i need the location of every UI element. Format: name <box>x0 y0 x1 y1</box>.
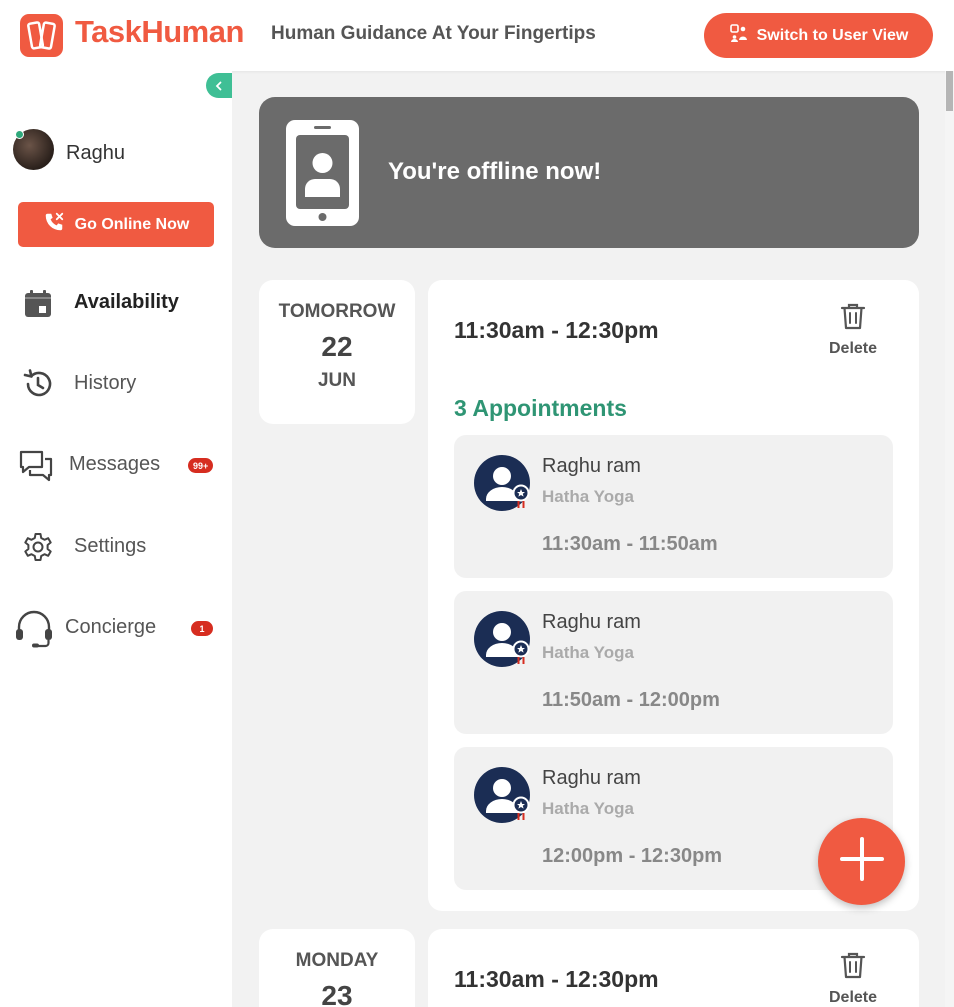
user-avatar-icon <box>474 611 530 667</box>
sidebar-item-availability[interactable]: Availability <box>0 273 232 333</box>
phone-user-icon <box>285 119 360 232</box>
switch-view-label: Switch to User View <box>756 26 909 44</box>
notification-badge: 1 <box>191 621 213 636</box>
user-avatar-icon <box>474 767 530 823</box>
taskhuman-logo-icon[interactable] <box>20 14 63 57</box>
sidebar-item-concierge[interactable]: Concierge 1 <box>0 598 232 658</box>
date-card: MONDAY 23 <box>259 929 415 1007</box>
user-avatar-icon <box>474 455 530 511</box>
gear-icon <box>22 531 54 563</box>
appointment-time: 11:30am - 11:50am <box>542 533 718 555</box>
date-card: TOMORROW 22 JUN <box>259 280 415 424</box>
appointment-time: 11:50am - 12:00pm <box>542 689 720 711</box>
appointment-time: 12:00pm - 12:30pm <box>542 845 723 867</box>
trash-icon <box>838 303 868 335</box>
top-header: TaskHuman Human Guidance At Your Fingert… <box>0 0 954 71</box>
sidebar-item-label: Settings <box>74 535 147 557</box>
slot-time: 11:30am - 12:30pm <box>454 317 659 343</box>
headset-icon <box>14 610 54 648</box>
calendar-icon <box>22 288 54 320</box>
date-number: 23 <box>321 980 353 1007</box>
offline-status-text: You're offline now! <box>388 158 602 185</box>
delete-slot-button[interactable]: Delete <box>808 950 898 1007</box>
scrollbar[interactable] <box>945 71 954 1007</box>
scrollbar-thumb[interactable] <box>946 71 953 111</box>
appointments-count: 3 Appointments <box>454 395 627 421</box>
user-name: Raghu <box>66 142 125 164</box>
appointment-service: Hatha Yoga <box>542 643 634 662</box>
go-online-label: Go Online Now <box>74 215 190 233</box>
date-month: JUN <box>317 370 356 391</box>
appointment-user-name: Raghu ram <box>542 611 641 633</box>
tagline: Human Guidance At Your Fingertips <box>271 23 596 44</box>
appointment-service: Hatha Yoga <box>542 487 634 506</box>
add-availability-button[interactable] <box>818 818 905 905</box>
switch-view-icon <box>729 23 749 48</box>
appointment-card[interactable]: Raghu ram Hatha Yoga 11:50am - 12:00pm <box>454 591 893 734</box>
unread-badge: 99+ <box>188 458 214 473</box>
appointment-service: Hatha Yoga <box>542 799 634 818</box>
phone-off-icon <box>43 211 65 238</box>
history-icon <box>22 368 54 400</box>
sidebar-item-label: Messages <box>69 453 161 475</box>
brand-name[interactable]: TaskHuman <box>75 14 244 50</box>
plus-icon <box>839 837 884 886</box>
offline-banner: You're offline now! <box>259 97 919 248</box>
appointment-card[interactable]: Raghu ram Hatha Yoga 11:30am - 11:50am <box>454 435 893 578</box>
availability-slot-card: 11:30am - 12:30pm Delete 3 Appointments <box>428 280 919 911</box>
sidebar-item-settings[interactable]: Settings <box>0 517 232 577</box>
slot-time: 11:30am - 12:30pm <box>454 966 659 992</box>
status-dot <box>15 130 24 139</box>
date-day-label: TOMORROW <box>278 301 396 322</box>
delete-label: Delete <box>828 340 878 357</box>
chat-icon <box>18 449 54 483</box>
sidebar: Raghu Go Online Now Availability History… <box>0 71 232 1007</box>
appointment-user-name: Raghu ram <box>542 455 641 477</box>
date-number: 22 <box>321 331 353 362</box>
sidebar-item-label: History <box>74 372 137 394</box>
delete-label: Delete <box>828 989 878 1006</box>
trash-icon <box>838 952 868 984</box>
sidebar-item-label: Availability <box>74 291 179 313</box>
availability-slot-card: 11:30am - 12:30pm Delete <box>428 929 919 1007</box>
go-online-button[interactable]: Go Online Now <box>18 202 214 247</box>
appointment-user-name: Raghu ram <box>542 767 641 789</box>
sidebar-item-label: Concierge <box>65 616 157 638</box>
date-day-label: MONDAY <box>295 950 379 971</box>
chevron-left-icon[interactable] <box>206 73 232 98</box>
sidebar-item-messages[interactable]: Messages 99+ <box>0 435 232 495</box>
delete-slot-button[interactable]: Delete <box>808 301 898 358</box>
switch-to-user-view-button[interactable]: Switch to User View <box>704 13 933 58</box>
sidebar-item-history[interactable]: History <box>0 354 232 414</box>
